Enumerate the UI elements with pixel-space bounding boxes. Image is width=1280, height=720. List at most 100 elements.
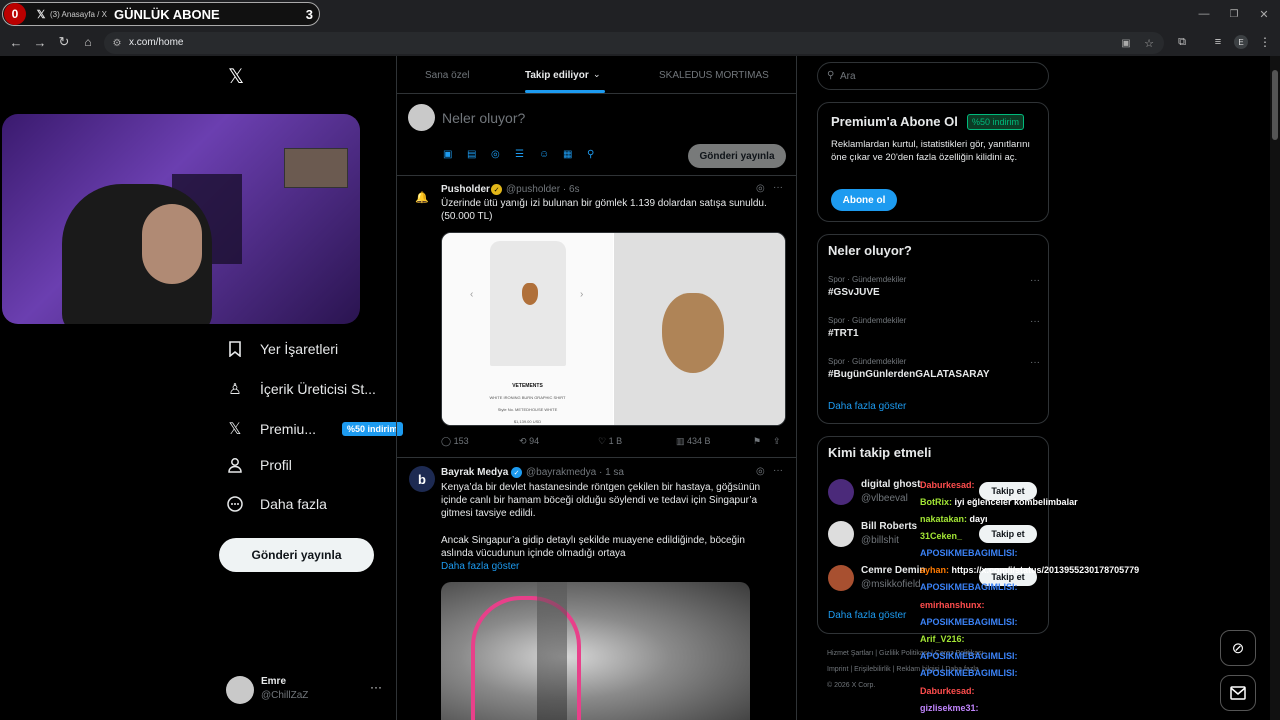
more-dots-icon[interactable]: ··· <box>1030 275 1040 286</box>
page-scrollbar[interactable] <box>1270 56 1280 720</box>
site-info-icon[interactable]: ⚙ <box>110 35 124 51</box>
schedule-icon[interactable]: ▦ <box>563 149 572 160</box>
trends-show-more[interactable]: Daha fazla göster <box>828 401 906 412</box>
url-text[interactable]: x.com/home <box>129 37 183 48</box>
chat-user: ayhan: <box>920 565 950 575</box>
tweet-text-continued: Ancak Singapur’a gidip detaylı şekilde m… <box>441 535 745 559</box>
tweet-author-name[interactable]: Pusholder <box>441 184 490 195</box>
compose-post-button[interactable]: Gönderi yayınla <box>688 144 786 168</box>
tweet-handle[interactable]: @bayrakmedya · 1 sa <box>526 467 624 478</box>
follow-button[interactable]: Takip et <box>979 525 1037 543</box>
share-icon[interactable]: ⇪ <box>773 436 781 447</box>
cast-icon[interactable]: ▣ <box>1119 35 1133 51</box>
reply-button[interactable]: ◯ 153 <box>441 436 469 447</box>
account-switcher[interactable]: Emre @ChillZaZ ··· <box>226 674 386 706</box>
view-count: 434 B <box>687 436 711 446</box>
carousel-next-icon[interactable]: › <box>580 289 583 300</box>
tweet-media[interactable]: ‹ › VETEMENTS WHITE IRONING BURN GRAPHIC… <box>441 232 786 426</box>
poll-icon[interactable]: ☰ <box>515 149 524 160</box>
carousel-prev-icon[interactable]: ‹ <box>470 289 473 300</box>
trend-item[interactable]: Spor · Gündemdekiler #GSvJUVE ··· <box>828 275 1040 298</box>
emoji-icon[interactable]: ☺ <box>539 149 549 160</box>
more-dots-icon[interactable]: ··· <box>370 680 382 694</box>
composer: Neler oluyor? ▣ ▤ ◎ ☰ ☺ ▦ ⚲ Gönderi yayı… <box>397 94 796 176</box>
reload-icon[interactable]: ↻ <box>56 34 72 50</box>
post-button[interactable]: Gönderi yayınla <box>219 538 374 572</box>
footer-link[interactable]: Erişilebilirlik <box>854 666 891 673</box>
media-icon[interactable]: ▣ <box>443 149 452 160</box>
tab-following[interactable]: Takip ediliyor <box>525 56 589 94</box>
overlay-label: GÜNLÜK ABONE <box>114 6 220 22</box>
sidebar-item-creator-studio[interactable]: ♙ İçerik Üreticisi St... <box>224 380 376 398</box>
show-more-link[interactable]: Daha fazla göster <box>441 561 519 572</box>
chat-message: 31Ceken_ <box>920 531 962 541</box>
feed-tabs: Sana özel Takip ediliyor ⌄ SKALEDUS MORT… <box>397 56 796 94</box>
verified-icon: ✓ <box>491 184 502 195</box>
close-window-icon[interactable]: ✕ <box>1256 6 1272 22</box>
star-icon[interactable]: ☆ <box>1142 35 1156 51</box>
home-icon[interactable]: ⌂ <box>80 34 96 50</box>
search-input[interactable]: ⚲ Ara <box>817 62 1049 90</box>
subscribe-button[interactable]: Abone ol <box>831 189 897 211</box>
xray-image[interactable] <box>441 582 750 720</box>
search-placeholder: Ara <box>840 71 856 82</box>
sidebar-item-label: İçerik Üreticisi St... <box>260 381 376 397</box>
follow-show-more[interactable]: Daha fazla göster <box>828 610 906 621</box>
tab-list[interactable]: SKALEDUS MORTIMAS <box>659 56 769 94</box>
premium-discount-badge: %50 indirim <box>342 422 403 436</box>
compose-input[interactable]: Neler oluyor? <box>442 110 525 126</box>
tab-title[interactable]: (3) Anasayfa / X <box>50 10 110 19</box>
profile-avatar[interactable]: E <box>1234 35 1248 49</box>
x-logo-icon[interactable]: 𝕏 <box>224 64 248 88</box>
footer-link[interactable]: Imprint <box>827 666 848 673</box>
more-dots-icon[interactable]: ··· <box>1030 357 1040 368</box>
copyright: © 2026 X Corp. <box>827 682 876 689</box>
premium-card: Premium'a Abone Ol %50 indirim Reklamlar… <box>817 102 1049 222</box>
gif-icon[interactable]: ▤ <box>467 149 476 160</box>
footer-link[interactable]: Hizmet Şartları <box>827 650 873 657</box>
grok-floating-button[interactable]: ⊘ <box>1220 630 1256 666</box>
browser-menu-icon[interactable]: ⋮ <box>1258 34 1272 50</box>
pusholder-avatar[interactable]: 🔔 <box>409 184 435 210</box>
chat-text: iyi eğlenceler kombelimbalar <box>954 497 1078 507</box>
sidebar-item-premium[interactable]: 𝕏 Premiu... %50 indirim <box>224 419 403 439</box>
bookmark-icon[interactable]: ⚑ <box>753 436 761 447</box>
like-button[interactable]: ♡ 1 B <box>598 436 622 447</box>
back-icon[interactable]: ← <box>8 34 24 50</box>
person-icon <box>224 457 246 473</box>
more-dots-icon[interactable]: ··· <box>773 465 783 476</box>
extensions-icon[interactable]: ⧉ <box>1174 34 1190 50</box>
sidebar-item-more[interactable]: Daha fazla <box>224 496 327 512</box>
mail-icon <box>1230 686 1246 700</box>
chevron-down-icon[interactable]: ⌄ <box>593 69 601 80</box>
restore-icon[interactable]: ❐ <box>1226 6 1242 22</box>
scrollbar-thumb[interactable] <box>1272 70 1278 140</box>
grok-icon[interactable]: ◎ <box>756 183 765 194</box>
messages-floating-button[interactable] <box>1220 675 1256 711</box>
views-button[interactable]: ▥ 434 B <box>676 436 711 447</box>
tweet[interactable]: 🔔 Pusholder ✓ @pusholder · 6s ◎ ··· Üzer… <box>397 176 796 458</box>
location-icon[interactable]: ⚲ <box>587 149 594 160</box>
chat-text: dayı <box>969 514 988 524</box>
url-field[interactable]: ⚙ x.com/home ▣ ☆ <box>104 32 1164 54</box>
like-count: 1 B <box>608 436 623 446</box>
tweet-author-name[interactable]: Bayrak Medya <box>441 467 508 478</box>
forward-icon[interactable]: → <box>32 34 48 50</box>
tab-for-you[interactable]: Sana özel <box>425 56 469 94</box>
tweet[interactable]: b Bayrak Medya ✓ @bayrakmedya · 1 sa ◎ ·… <box>397 458 796 720</box>
more-dots-icon[interactable]: ··· <box>1030 316 1040 327</box>
chat-user: APOSIKMEBAGIMLISI: <box>920 617 1018 627</box>
tweet-handle[interactable]: @pusholder · 6s <box>506 184 580 195</box>
grok-icon[interactable]: ◎ <box>491 149 500 160</box>
trend-item[interactable]: Spor · Gündemdekiler #BugünGünlerdenGALA… <box>828 357 1040 380</box>
grok-icon[interactable]: ◎ <box>756 466 765 477</box>
chat-user: APOSIKMEBAGIMLISI: <box>920 668 1018 678</box>
repost-button[interactable]: ⟲ 94 <box>519 436 539 447</box>
minimize-icon[interactable]: — <box>1196 6 1212 22</box>
sidebar-item-profile[interactable]: Profil <box>224 457 292 473</box>
more-dots-icon[interactable]: ··· <box>773 182 783 193</box>
bayrakmedya-avatar[interactable]: b <box>409 466 435 492</box>
reading-list-icon[interactable]: ≡ <box>1210 34 1226 50</box>
trend-item[interactable]: Spor · Gündemdekiler #TRT1 ··· <box>828 316 1040 339</box>
sidebar-item-bookmarks[interactable]: Yer İşaretleri <box>224 341 338 357</box>
